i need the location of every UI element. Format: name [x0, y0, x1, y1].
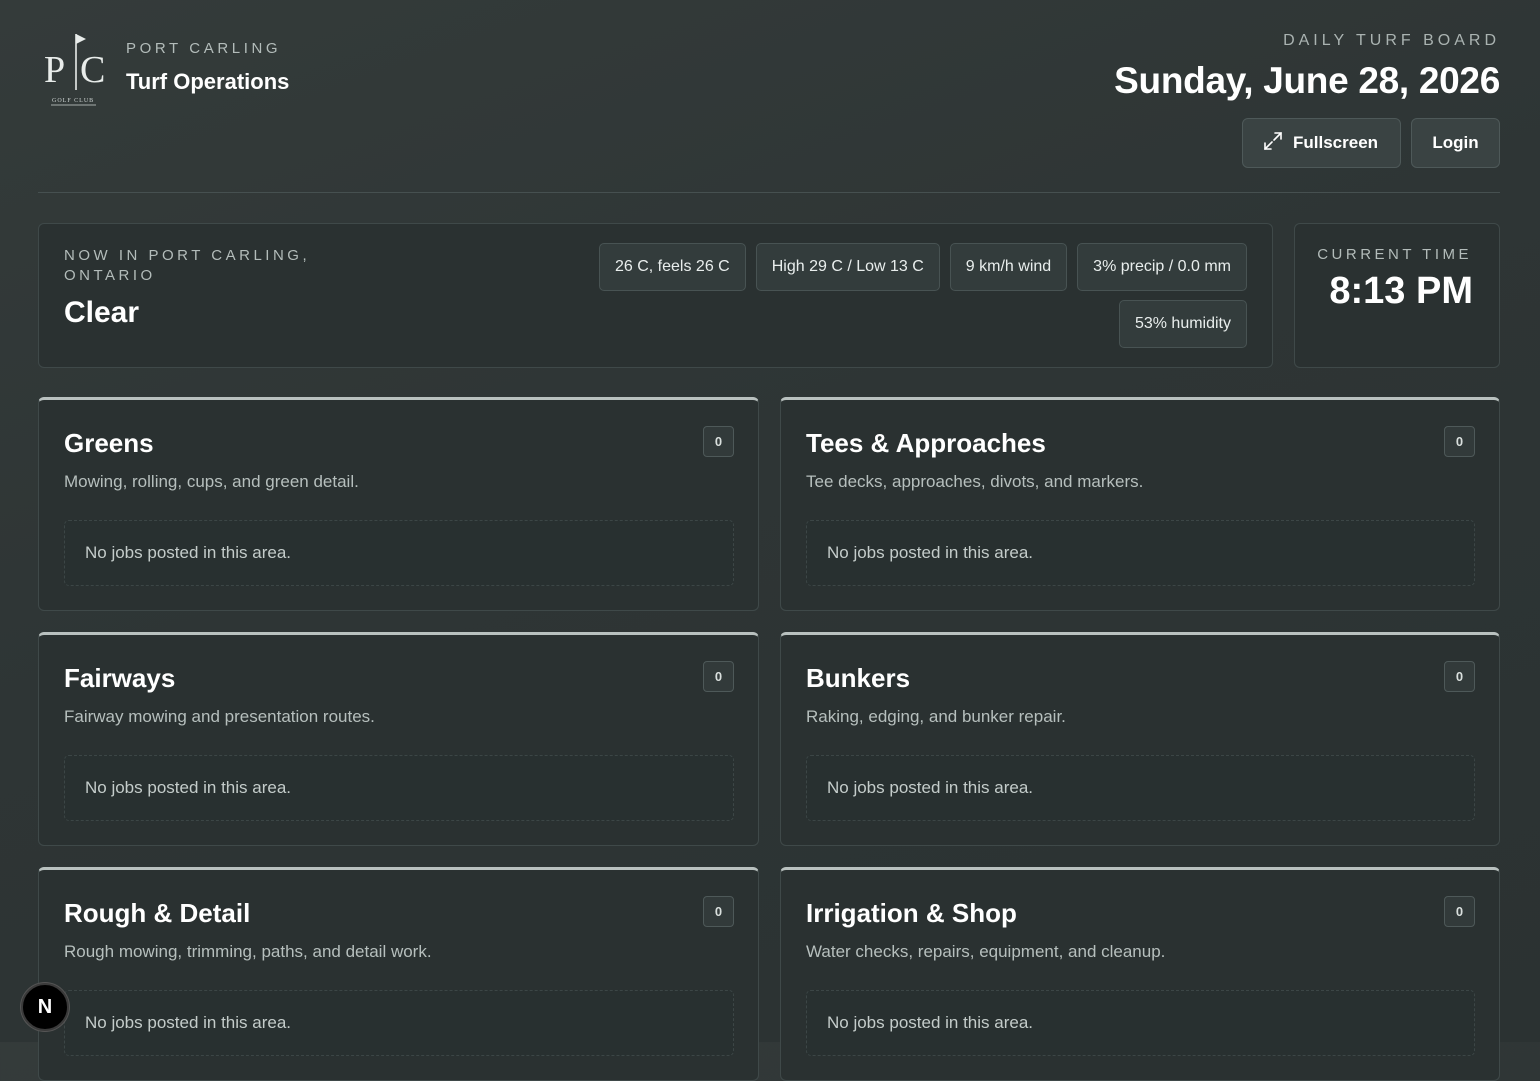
app-title: Turf Operations [126, 69, 290, 94]
area-title: Fairways [64, 663, 176, 693]
area-card-bunkers: Bunkers 0 Raking, edging, and bunker rep… [780, 632, 1500, 846]
job-count-badge: 0 [1444, 426, 1475, 457]
dev-tools-badge[interactable]: N [21, 983, 69, 1031]
logo-letter-p: P [44, 49, 65, 91]
area-title: Irrigation & Shop [806, 898, 1017, 928]
fullscreen-button[interactable]: Fullscreen [1242, 118, 1401, 168]
empty-state: No jobs posted in this area. [806, 990, 1475, 1056]
weather-chip-precip: 3% precip / 0.0 mm [1077, 243, 1247, 291]
weather-chip-temperature: 26 C, feels 26 C [598, 243, 746, 291]
area-description: Mowing, rolling, cups, and green detail. [64, 472, 359, 491]
header-actions: Fullscreen Login [1114, 118, 1500, 168]
area-title: Bunkers [806, 663, 911, 693]
weather-card: NOW IN PORT CARLING, ONTARIO Clear 26 C,… [38, 223, 1273, 368]
area-title: Greens [64, 428, 154, 458]
board-date: Sunday, June 28, 2026 [1114, 60, 1500, 101]
area-card-tees-approaches: Tees & Approaches 0 Tee decks, approache… [780, 397, 1500, 611]
login-button[interactable]: Login [1411, 118, 1500, 168]
area-grid: Greens 0 Mowing, rolling, cups, and gree… [38, 397, 1500, 1081]
empty-state: No jobs posted in this area. [64, 520, 734, 586]
job-count-badge: 0 [1444, 896, 1475, 927]
expand-icon [1263, 131, 1283, 156]
empty-state: No jobs posted in this area. [64, 990, 734, 1056]
area-card-irrigation-shop: Irrigation & Shop 0 Water checks, repair… [780, 867, 1500, 1081]
club-logo: P C GOLF CLUB [40, 30, 106, 108]
area-description: Raking, edging, and bunker repair. [806, 707, 1066, 726]
empty-state: No jobs posted in this area. [64, 755, 734, 821]
empty-state: No jobs posted in this area. [806, 520, 1475, 586]
area-card-rough-detail: Rough & Detail 0 Rough mowing, trimming,… [38, 867, 759, 1081]
header-right: DAILY TURF BOARD Sunday, June 28, 2026 F… [1114, 32, 1500, 168]
job-count-badge: 0 [1444, 661, 1475, 692]
empty-state: No jobs posted in this area. [806, 755, 1475, 821]
area-description: Water checks, repairs, equipment, and cl… [806, 942, 1166, 961]
fullscreen-label: Fullscreen [1293, 133, 1379, 152]
page-header: P C GOLF CLUB PORT CARLING Turf Operatio… [38, 0, 1500, 193]
weather-chip-wind: 9 km/h wind [949, 243, 1068, 291]
board-kicker: DAILY TURF BOARD [1283, 32, 1500, 49]
weather-chips: 26 C, feels 26 C High 29 C / Low 13 C 9 … [547, 243, 1247, 348]
area-card-greens: Greens 0 Mowing, rolling, cups, and gree… [38, 397, 759, 611]
job-count-badge: 0 [703, 426, 734, 457]
brand: P C GOLF CLUB PORT CARLING Turf Operatio… [40, 30, 289, 108]
area-title: Tees & Approaches [806, 428, 1046, 458]
status-row: NOW IN PORT CARLING, ONTARIO Clear 26 C,… [38, 223, 1500, 368]
logo-subtext: GOLF CLUB [52, 98, 94, 104]
weather-chip-humidity: 53% humidity [1118, 300, 1247, 348]
club-name: PORT CARLING [126, 40, 282, 57]
area-title: Rough & Detail [64, 898, 251, 928]
logo-letter-c: C [80, 49, 105, 91]
area-description: Fairway mowing and presentation routes. [64, 707, 375, 726]
area-description: Tee decks, approaches, divots, and marke… [806, 472, 1144, 491]
clock-card: CURRENT TIME 8:13 PM [1294, 223, 1500, 368]
weather-location: NOW IN PORT CARLING, ONTARIO [64, 247, 311, 284]
job-count-badge: 0 [703, 661, 734, 692]
area-card-fairways: Fairways 0 Fairway mowing and presentati… [38, 632, 759, 846]
weather-condition: Clear [64, 296, 140, 329]
area-description: Rough mowing, trimming, paths, and detai… [64, 942, 432, 961]
clock-label: CURRENT TIME [1317, 246, 1472, 263]
job-count-badge: 0 [703, 896, 734, 927]
weather-chip-high-low: High 29 C / Low 13 C [755, 243, 940, 291]
clock-time: 8:13 PM [1329, 270, 1473, 312]
